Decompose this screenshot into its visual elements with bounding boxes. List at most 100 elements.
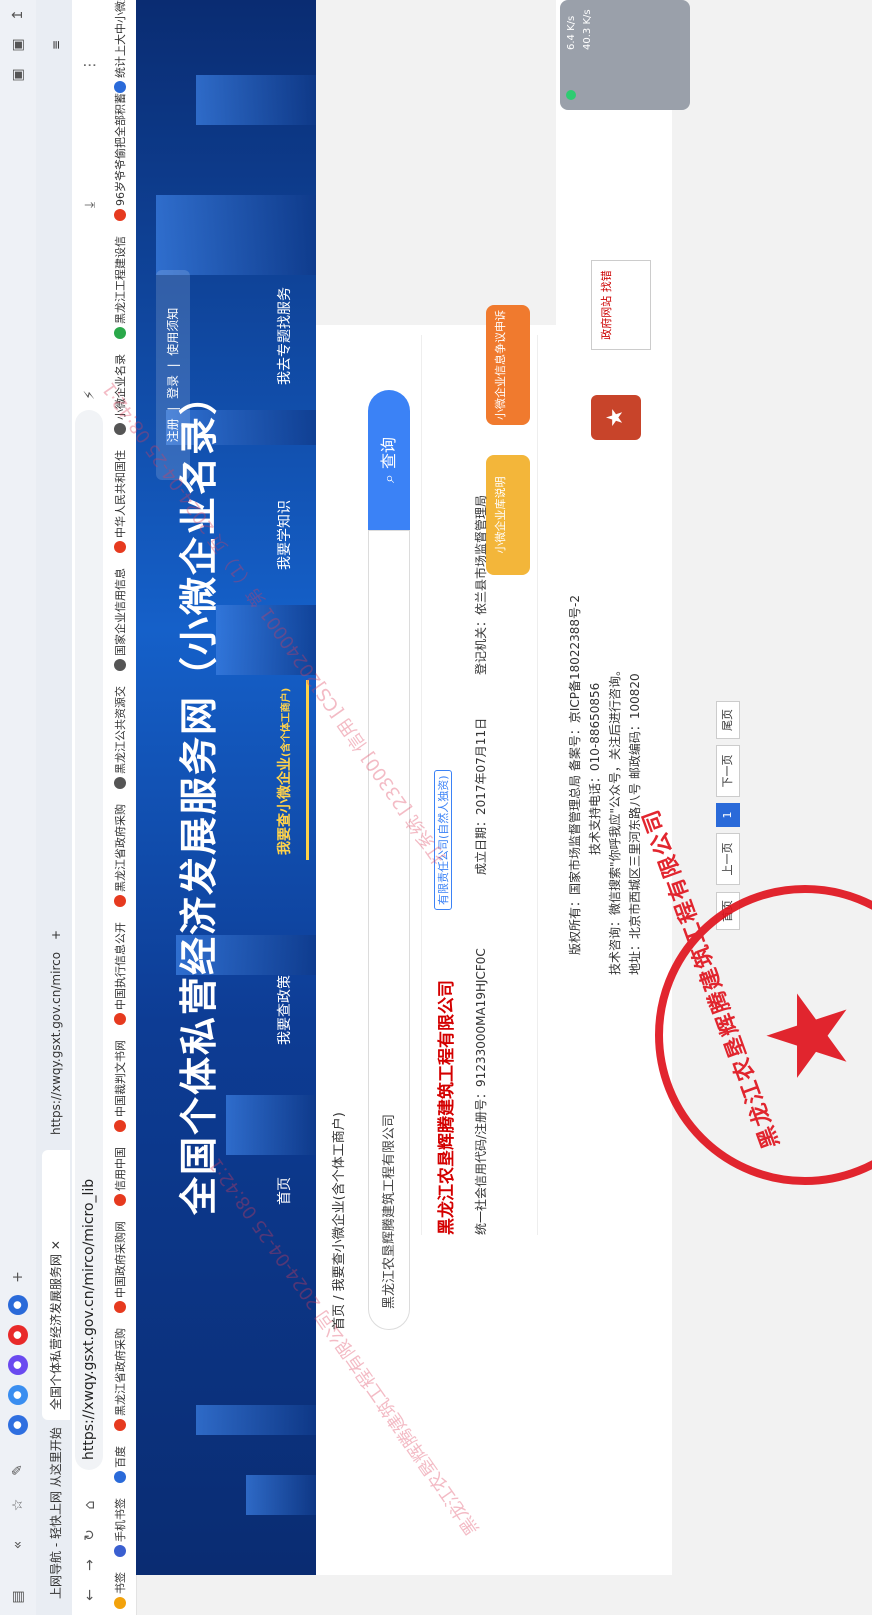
search-input[interactable]: 黑龙江农垦辉腾建筑工程有限公司: [368, 530, 410, 1330]
gov-site-badge[interactable]: 政府网站 找错: [591, 260, 651, 350]
menu-button[interactable]: ≡: [42, 20, 70, 60]
established-date: 成立日期：2017年07月11日: [474, 717, 488, 875]
bookmark-label: 信用中国: [114, 1147, 127, 1191]
app-icon-5[interactable]: ●: [8, 1295, 28, 1315]
nav-topics[interactable]: 我去专题找服务: [274, 287, 294, 385]
search-button[interactable]: ⌕ 查询: [368, 390, 410, 530]
tab-url[interactable]: https://xwqy.gsxt.gov.cn/mirco: [42, 935, 70, 1145]
bookmark-favicon-icon: [114, 1419, 126, 1431]
widget-unit: K/s: [582, 9, 593, 25]
refresh-icon[interactable]: ↻: [80, 1525, 100, 1545]
forward-icon[interactable]: →: [80, 1555, 100, 1575]
bookmark-item[interactable]: 中国政府采购网: [113, 1221, 129, 1313]
bookmark-label: 中国裁判文书网: [114, 1040, 127, 1117]
page-last[interactable]: 尾页: [716, 701, 740, 739]
footer-support: 技术支持电话：010-88650856: [588, 682, 602, 855]
register-link[interactable]: 注册: [166, 418, 180, 442]
address-bar: ← → ↻ ⌂ https://xwqy.gsxt.gov.cn/mirco/m…: [72, 0, 106, 1615]
site-header: 全国个体私营经济发展服务网（小微企业名录） 注册 | 登录 | 使用须知 首页 …: [136, 0, 316, 1575]
bookmark-item[interactable]: 百度: [113, 1446, 129, 1483]
skyline-building: [226, 1095, 316, 1155]
bookmark-item[interactable]: 中华人民共和国住: [113, 450, 129, 553]
bookmark-item[interactable]: 黑龙江公共资源交: [113, 686, 129, 789]
download-icon[interactable]: ▣: [8, 65, 28, 85]
app-icon-2[interactable]: ●: [8, 1385, 28, 1405]
bookmark-label: 中国执行信息公开: [114, 922, 127, 1010]
add-app-icon[interactable]: +: [8, 1267, 28, 1287]
bookmark-item[interactable]: 中国裁判文书网: [113, 1040, 129, 1132]
bookmark-favicon-icon: [114, 1194, 126, 1206]
credit-code: 统一社会信用代码/注册号：91233000MA19HJCF0C: [474, 948, 488, 1235]
bookmark-item[interactable]: 信用中国: [113, 1147, 129, 1206]
bookmark-item[interactable]: 国家企业信用信息: [113, 568, 129, 671]
bookmark-item[interactable]: 中国执行信息公开: [113, 922, 129, 1025]
bookmark-item[interactable]: 黑龙江工程建设信: [113, 236, 129, 339]
tab-active[interactable]: 全国个体私营经济发展服务网 ✕: [42, 1150, 70, 1420]
company-name-link[interactable]: 黑龙江农垦辉腾建筑工程有限公司: [432, 980, 457, 1235]
collapse-icon[interactable]: «: [8, 1535, 28, 1555]
widget-v1: 6.4 K/s: [566, 16, 577, 50]
tab-label: 全国个体私营经济发展服务网: [49, 1253, 63, 1410]
bookmark-item[interactable]: 统计上大中小微型: [113, 0, 129, 93]
rotated-screen: ▤ « ☆ ✎ ● ● ● ● ● + ▣ ▣ ↥ 上网导航 - 轻快上网 从这…: [0, 0, 872, 1615]
new-tab-button[interactable]: +: [42, 910, 70, 950]
footer-consult: 技术咨询：微信搜索"你呼我应"公众号，关注后进行咨询。: [608, 663, 622, 975]
bookmark-label: 统计上大中小微型: [114, 0, 127, 78]
bookmark-label: 黑龙江公共资源交: [114, 686, 127, 774]
bookmark-item[interactable]: 黑龙江省政府采购: [113, 804, 129, 907]
more-icon[interactable]: ⋮: [80, 55, 100, 75]
tab-label: https://xwqy.gsxt.gov.cn/mirco: [49, 951, 63, 1135]
notes-icon[interactable]: ✎: [8, 1460, 28, 1480]
screenshot-icon[interactable]: ▣: [8, 35, 28, 55]
app-icon-1[interactable]: ●: [8, 1415, 28, 1435]
tab-bar: 上网导航 - 轻快上网 从这里开始 全国个体私营经济发展服务网 ✕ https:…: [36, 0, 72, 1615]
bookmark-favicon-icon: [114, 541, 126, 553]
page-next[interactable]: 下一页: [716, 745, 740, 797]
network-widget[interactable]: 6.4 K/s 40.3 K/s: [560, 0, 690, 110]
search-icon: ⌕: [379, 474, 398, 484]
tab-close-icon[interactable]: ✕: [49, 1240, 63, 1250]
skyline-building: [156, 195, 316, 275]
sidebar-toggle-icon[interactable]: ▤: [8, 1587, 28, 1607]
widget-value: 6.4: [566, 34, 577, 50]
bookmark-label: 黑龙江工程建设信: [114, 236, 127, 324]
bookmark-item[interactable]: 黑龙江省政府采购: [113, 1328, 129, 1431]
bookmark-item[interactable]: 96岁爷爷偷把全部积蓄: [113, 93, 129, 221]
login-link[interactable]: 登录: [166, 375, 180, 399]
browser-sidebar: ▤ « ☆ ✎ ● ● ● ● ● + ▣ ▣ ↥: [0, 0, 37, 1615]
page-prev[interactable]: 上一页: [716, 833, 740, 885]
download-toolbar-icon[interactable]: ⤓: [80, 195, 100, 215]
widget-v2: 40.3 K/s: [582, 9, 593, 50]
registration-authority: 登记机关：依兰县市场监督管理局: [474, 494, 488, 675]
url-input[interactable]: https://xwqy.gsxt.gov.cn/mirco/micro_lib: [75, 410, 103, 1470]
app-icon-3[interactable]: ●: [8, 1355, 28, 1375]
bookmark-label: 手机书签: [114, 1498, 127, 1542]
bookmark-item[interactable]: 手机书签: [113, 1498, 129, 1557]
nav-policy[interactable]: 我要查政策: [274, 975, 294, 1045]
bookmark-label: 中华人民共和国住: [114, 450, 127, 538]
emblem-icon: ★: [591, 395, 641, 440]
bookmark-favicon-icon: [114, 1597, 126, 1609]
breadcrumb: 首页 / 我要查小微企业(含个体工商户): [332, 1112, 347, 1330]
nav-query-label: 我要查小微企业: [277, 757, 293, 855]
home-icon[interactable]: ⌂: [80, 1495, 100, 1515]
back-to-top-icon[interactable]: ↥: [8, 5, 28, 25]
nav-knowledge[interactable]: 我要学知识: [274, 500, 294, 570]
guide-link[interactable]: 使用须知: [166, 308, 180, 356]
bookmark-item[interactable]: 书签: [113, 1572, 129, 1609]
nav-query-enterprise[interactable]: 我要查小微企业(含个体工商户): [274, 688, 294, 855]
nav-home[interactable]: 首页: [274, 1177, 294, 1205]
bookmark-favicon-icon: [114, 327, 126, 339]
tab-navigation[interactable]: 上网导航 - 轻快上网 从这里开始: [42, 1419, 70, 1609]
app-icon-4[interactable]: ●: [8, 1325, 28, 1345]
bookmark-label: 黑龙江省政府采购: [114, 1328, 127, 1416]
url-text: https://xwqy.gsxt.gov.cn/mirco/micro_lib: [81, 1178, 97, 1460]
nav-active-underline: [306, 680, 309, 860]
widget-unit: K/s: [566, 15, 577, 31]
back-icon[interactable]: ←: [80, 1585, 100, 1605]
favorites-icon[interactable]: ☆: [8, 1495, 28, 1515]
page-current[interactable]: 1: [716, 803, 740, 827]
bookmark-favicon-icon: [114, 777, 126, 789]
bookmark-favicon-icon: [114, 81, 126, 93]
skyline-building: [196, 75, 316, 125]
